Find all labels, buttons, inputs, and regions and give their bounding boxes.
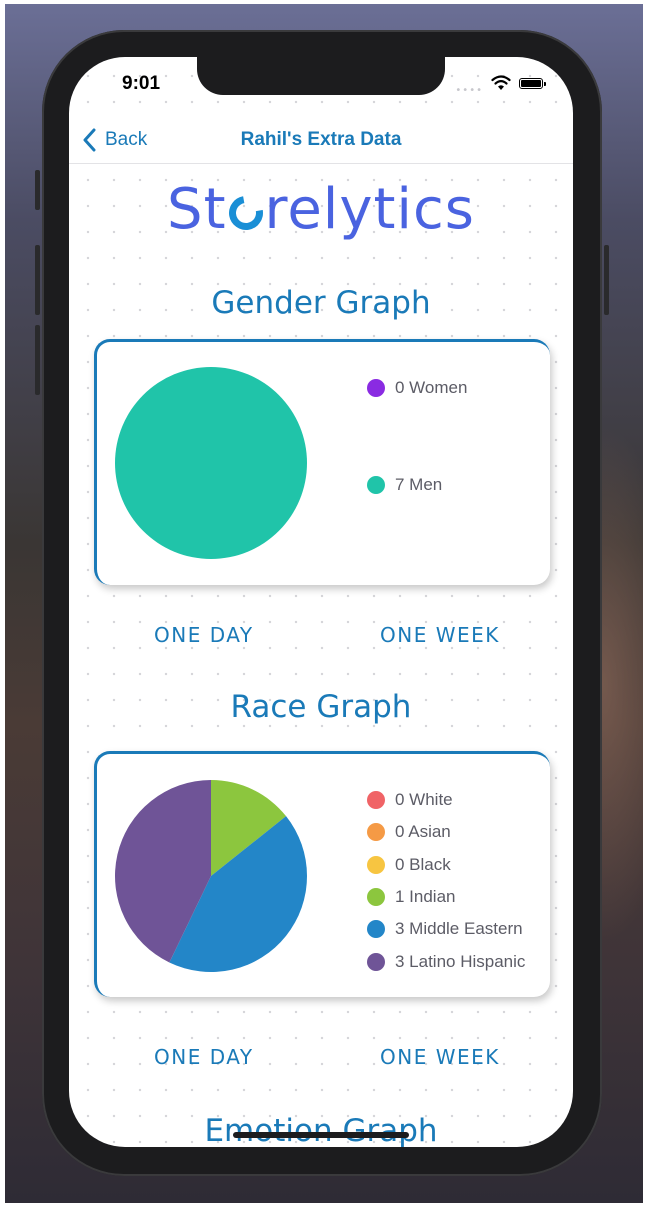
gender-graph-title: Gender Graph bbox=[211, 285, 431, 321]
legend-item: 0 Asian bbox=[367, 822, 451, 842]
legend-item: 3 Latino Hispanic bbox=[367, 952, 525, 972]
legend-color-dot bbox=[367, 476, 385, 494]
legend-label: 0 Black bbox=[395, 854, 451, 874]
legend-color-dot bbox=[367, 952, 385, 971]
legend-label: 0 Women bbox=[395, 378, 468, 397]
device-notch bbox=[197, 57, 445, 95]
legend-label: 1 Indian bbox=[395, 886, 456, 906]
legend-label: 3 Latino Hispanic bbox=[395, 951, 526, 971]
status-time: 9:01 bbox=[122, 73, 161, 94]
race-one-day-button[interactable]: ONE DAY bbox=[154, 1045, 254, 1069]
app-screen: 9:01 •••• Back Rahil's Extra Data St rely… bbox=[69, 57, 573, 1147]
race-graph-title: Race Graph bbox=[230, 689, 412, 725]
legend-label: 0 Asian bbox=[395, 822, 451, 842]
legend-color-dot bbox=[367, 823, 385, 842]
logo-text-end: relytics bbox=[264, 177, 475, 242]
legend-item: 0 White bbox=[367, 790, 453, 810]
wifi-icon bbox=[491, 75, 511, 90]
legend-item: 0 Women bbox=[367, 378, 467, 398]
gender-one-day-button[interactable]: ONE DAY bbox=[154, 623, 254, 647]
emotion-graph-title: Emotion Graph bbox=[204, 1113, 438, 1147]
gender-legend: 0 Women 7 Men bbox=[367, 342, 547, 582]
race-chart-card: 0 White 0 Asian 0 Black 1 Indian 3 Middle Ea… bbox=[94, 751, 550, 997]
storelytics-logo: St relytics bbox=[69, 177, 573, 242]
legend-item: 7 Men bbox=[367, 475, 442, 495]
navigation-bar: Back Rahil's Extra Data bbox=[69, 117, 573, 164]
legend-item: 1 Indian bbox=[367, 887, 456, 907]
logo-text-start: St bbox=[167, 177, 227, 242]
legend-item: 0 Black bbox=[367, 855, 451, 875]
battery-icon bbox=[519, 78, 546, 89]
legend-color-dot bbox=[367, 887, 385, 906]
race-one-week-button[interactable]: ONE WEEK bbox=[380, 1045, 500, 1069]
logo-o-icon bbox=[221, 189, 270, 237]
race-pie-chart bbox=[115, 780, 307, 972]
gender-one-week-button[interactable]: ONE WEEK bbox=[380, 623, 500, 647]
legend-color-dot bbox=[367, 379, 385, 397]
legend-label: 7 Men bbox=[395, 475, 443, 494]
legend-color-dot bbox=[367, 920, 385, 939]
legend-color-dot bbox=[367, 855, 385, 874]
home-indicator[interactable] bbox=[233, 1132, 409, 1138]
signal-icon: •••• bbox=[455, 85, 483, 96]
legend-item: 3 Middle Eastern bbox=[367, 919, 523, 939]
legend-color-dot bbox=[367, 791, 385, 809]
legend-label: 0 White bbox=[395, 790, 453, 809]
gender-pie-chart bbox=[115, 367, 307, 559]
gender-chart-card: 0 Women 7 Men bbox=[94, 339, 550, 585]
legend-label: 3 Middle Eastern bbox=[395, 919, 523, 939]
page-title: Rahil's Extra Data bbox=[240, 129, 402, 150]
race-legend: 0 White 0 Asian 0 Black 1 Indian 3 Middle Ea… bbox=[367, 754, 557, 994]
gender-slice-men bbox=[115, 367, 307, 559]
